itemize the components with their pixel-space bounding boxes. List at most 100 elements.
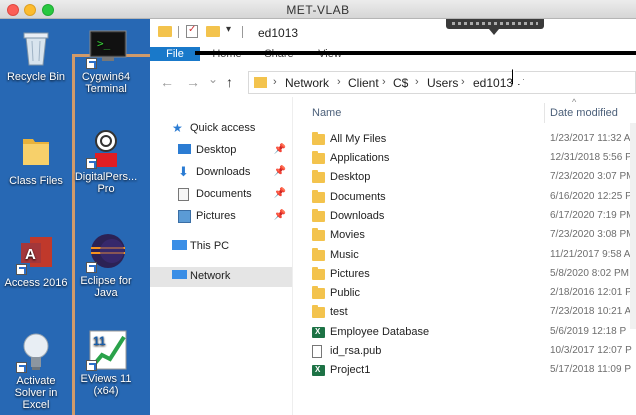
navigation-bar: ← → ⌄ ↑ › Network › Client › C$ › Users … bbox=[150, 67, 636, 97]
pc-icon bbox=[172, 240, 187, 250]
remote-connection-bar[interactable] bbox=[446, 19, 544, 35]
file-row[interactable]: Public 2/18/2016 12:01 P bbox=[300, 285, 636, 304]
access-icon: A bbox=[16, 233, 54, 275]
window-titlebar: MET-VLAB bbox=[0, 0, 636, 19]
excel-file-icon bbox=[312, 365, 325, 376]
pictures-icon bbox=[178, 210, 191, 223]
desktop: Recycle Bin >_ Cygwin64 Terminal Class F… bbox=[0, 19, 150, 415]
nav-item-network[interactable]: Network bbox=[150, 267, 292, 287]
explorer-title: ed1013 bbox=[258, 26, 299, 40]
excel-file-icon bbox=[312, 327, 325, 338]
ribbon-divider bbox=[195, 51, 636, 55]
desktop-icon-label: Cygwin64 bbox=[81, 71, 131, 83]
new-folder-icon[interactable] bbox=[206, 26, 220, 37]
properties-icon[interactable]: ✓ bbox=[186, 24, 198, 38]
desktop-icon-cygwin[interactable]: >_ Cygwin64 Terminal bbox=[70, 27, 142, 95]
lightbulb-icon bbox=[16, 331, 54, 373]
desktop-icon-solver[interactable]: Activate Solver in Excel bbox=[0, 331, 72, 411]
back-button[interactable]: ← bbox=[160, 74, 174, 90]
desktop-icon-label: DigitalPers... bbox=[74, 171, 138, 183]
breadcrumb-network[interactable]: Network bbox=[285, 76, 329, 90]
desktop-icon-label: Activate bbox=[16, 375, 56, 387]
desktop-icon-label: Java bbox=[94, 287, 118, 299]
quick-access-toolbar: ✓ ▾ ed1013 bbox=[150, 19, 636, 47]
desktop-icon-recycle-bin[interactable]: Recycle Bin bbox=[0, 27, 72, 83]
folder-icon bbox=[158, 26, 172, 37]
desktop-icon-class-files[interactable]: Class Files bbox=[0, 131, 72, 187]
column-header-name[interactable]: Name bbox=[312, 107, 341, 119]
file-row[interactable]: Pictures 5/8/2020 8:02 PM bbox=[300, 266, 636, 285]
folder-icon bbox=[312, 228, 325, 241]
folder-icon bbox=[312, 151, 325, 164]
desktop-icon-label: (x64) bbox=[93, 385, 119, 397]
folder-icon bbox=[312, 305, 325, 318]
desktop-icon-access[interactable]: A Access 2016 bbox=[0, 233, 72, 289]
file-row[interactable]: Documents 6/16/2020 12:25 P bbox=[300, 189, 636, 208]
file-row[interactable]: Employee Database 5/6/2019 12:18 P bbox=[300, 324, 636, 343]
nav-item-documents[interactable]: Documents 📌 bbox=[150, 185, 292, 205]
recycle-bin-icon bbox=[18, 27, 54, 67]
pin-icon: 📌 bbox=[273, 188, 286, 199]
fingerprint-icon bbox=[86, 127, 124, 169]
eviews-badge: 11 bbox=[93, 334, 106, 348]
file-row[interactable]: Applications 12/31/2018 5:56 P bbox=[300, 150, 636, 169]
file-list: ^ Name Date modified All My Files 1/23/2… bbox=[300, 97, 636, 415]
svg-text:>_: >_ bbox=[97, 37, 111, 50]
file-row[interactable]: Downloads 6/17/2020 7:19 PM bbox=[300, 208, 636, 227]
folder-icon bbox=[312, 267, 325, 280]
folder-icon bbox=[312, 286, 325, 299]
file-row[interactable]: Project1 5/17/2018 11:09 P bbox=[300, 362, 636, 381]
nav-item-pictures[interactable]: Pictures 📌 bbox=[150, 207, 292, 227]
folder-icon bbox=[312, 248, 325, 261]
vertical-scrollbar[interactable] bbox=[630, 123, 636, 329]
folder-icon bbox=[312, 209, 325, 222]
breadcrumb-client[interactable]: Client bbox=[348, 76, 379, 90]
desktop-icon-label: Class Files bbox=[9, 175, 63, 187]
desktop-icon-eclipse[interactable]: Eclipse for Java bbox=[70, 231, 142, 299]
network-icon bbox=[172, 270, 187, 279]
recent-locations-button[interactable]: ⌄ bbox=[208, 72, 218, 86]
nav-item-quick-access[interactable]: ★ Quick access bbox=[150, 119, 292, 139]
up-button[interactable]: ↑ bbox=[226, 74, 233, 90]
desktop-icon-eviews[interactable]: 11 EViews 11 (x64) bbox=[70, 329, 142, 397]
sort-indicator: ^ bbox=[572, 97, 577, 107]
file-row[interactable]: Music 11/21/2017 9:58 A bbox=[300, 247, 636, 266]
desktop-icon-digitalpersona[interactable]: DigitalPers... Pro bbox=[70, 127, 142, 195]
folder-icon bbox=[312, 132, 325, 145]
download-icon: ⬇ bbox=[178, 164, 189, 179]
desktop-icon-label: EViews 11 bbox=[80, 373, 132, 385]
file-row[interactable]: Desktop 7/23/2020 3:07 PM bbox=[300, 169, 636, 188]
window-title: MET-VLAB bbox=[286, 3, 350, 17]
file-row[interactable]: Movies 7/23/2020 3:08 PM bbox=[300, 227, 636, 246]
file-row[interactable]: test 7/23/2018 10:21 A bbox=[300, 304, 636, 323]
desktop-icon-label: Solver in Excel bbox=[14, 387, 58, 411]
forward-button[interactable]: → bbox=[186, 74, 200, 90]
pin-icon: 📌 bbox=[273, 166, 286, 177]
desktop-icon-label: Pro bbox=[97, 183, 115, 195]
svg-text:A: A bbox=[25, 246, 36, 263]
folder-icon bbox=[254, 77, 267, 88]
desktop-icon-label: Eclipse for bbox=[80, 275, 132, 287]
folder-icon bbox=[18, 131, 54, 171]
nav-item-this-pc[interactable]: This PC bbox=[150, 237, 292, 257]
breadcrumb-c-share[interactable]: C$ bbox=[393, 76, 408, 90]
address-bar[interactable]: › Network › Client › C$ › Users › ed1013 bbox=[248, 71, 636, 94]
terminal-icon: >_ bbox=[86, 27, 127, 69]
pin-icon: 📌 bbox=[273, 144, 286, 155]
desktop-icon-label: Access 2016 bbox=[4, 277, 68, 289]
nav-item-downloads[interactable]: ⬇ Downloads 📌 bbox=[150, 163, 292, 183]
eclipse-icon bbox=[86, 231, 125, 273]
tab-file[interactable]: File bbox=[150, 47, 200, 61]
pin-icon: 📌 bbox=[273, 210, 286, 221]
desktop-icon-label: Recycle Bin bbox=[6, 71, 66, 83]
nav-item-desktop[interactable]: Desktop 📌 bbox=[150, 141, 292, 161]
breadcrumb-ed1013[interactable]: ed1013 bbox=[473, 76, 513, 90]
column-header-date-modified[interactable]: Date modified bbox=[550, 107, 618, 119]
star-icon: ★ bbox=[172, 121, 183, 135]
desktop-icon bbox=[178, 144, 191, 154]
navigation-pane: ★ Quick access Desktop 📌 ⬇ Downloads 📌 D… bbox=[150, 103, 292, 415]
file-row[interactable]: All My Files 1/23/2017 11:32 A bbox=[300, 131, 636, 150]
file-row[interactable]: id_rsa.pub 10/3/2017 12:07 P bbox=[300, 343, 636, 362]
customize-toolbar-icon[interactable]: ▾ bbox=[226, 24, 231, 35]
breadcrumb-users[interactable]: Users bbox=[427, 76, 458, 90]
